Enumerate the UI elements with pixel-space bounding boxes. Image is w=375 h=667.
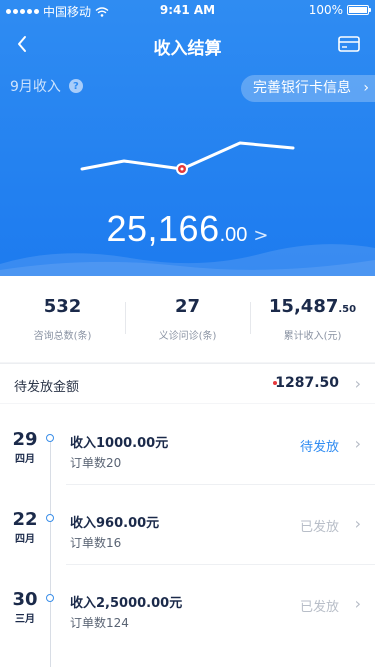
pending-label: 待发放金额 — [14, 380, 80, 395]
record-status: 待发放 — [299, 440, 339, 455]
timeline-node — [46, 514, 54, 522]
nav-bar: 收入结算 — [0, 24, 375, 64]
battery-icon — [347, 5, 371, 15]
trend-line — [80, 141, 295, 171]
record-income: 收入960.00元 — [70, 516, 160, 531]
complete-bank-info-button[interactable]: 完善银行卡信息 › — [241, 75, 375, 102]
record-orders: 订单数124 — [70, 616, 129, 630]
stat-value-int: 15,487 — [268, 296, 339, 317]
record-status: 已发放 — [299, 600, 339, 615]
bank-card-button[interactable] — [335, 32, 363, 56]
income-trend-chart — [80, 141, 295, 175]
settlement-list: 29 四月 收入1000.00元 订单数20 待发放 › 22 四月 收入960… — [0, 404, 375, 667]
list-item[interactable]: 22 四月 收入960.00元 订单数16 已发放 › — [0, 484, 375, 564]
record-status: 已发放 — [299, 520, 339, 535]
chevron-right-icon: › — [354, 434, 361, 453]
timeline-node — [46, 594, 54, 602]
stat-value: 532 — [0, 296, 125, 317]
list-item[interactable]: 30 三月 收入2,5000.00元 订单数124 已发放 › — [0, 564, 375, 644]
record-month: 四月 — [15, 534, 35, 545]
stat-label: 咨询总数(条) — [33, 331, 92, 342]
wave-decoration — [0, 244, 375, 276]
stat-value: 27 — [125, 296, 250, 317]
record-orders: 订单数20 — [70, 456, 122, 470]
page-title: 收入结算 — [153, 39, 222, 59]
record-day: 29 — [12, 429, 38, 450]
chevron-right-icon: › — [354, 514, 361, 533]
record-income: 收入2,5000.00元 — [70, 596, 183, 611]
stat-cumulative-income: 15,487.50 累计收入(元) — [250, 276, 375, 362]
record-month: 四月 — [15, 454, 35, 465]
record-date: 29 四月 — [10, 429, 40, 466]
record-day: 30 — [12, 589, 38, 610]
pending-value: 1287.50 — [275, 375, 339, 391]
chevron-right-icon: › — [363, 80, 369, 96]
stat-label: 累计收入(元) — [283, 331, 342, 342]
chevron-right-icon: › — [354, 594, 361, 613]
record-date: 22 四月 — [10, 509, 40, 546]
credit-card-icon — [338, 36, 360, 52]
stat-value-int: 27 — [174, 296, 201, 317]
record-date: 30 三月 — [10, 589, 40, 626]
stat-value-int: 532 — [43, 296, 82, 317]
record-orders: 订单数16 — [70, 536, 122, 550]
record-month: 三月 — [15, 614, 35, 625]
list-item[interactable]: 29 四月 收入1000.00元 订单数20 待发放 › — [0, 404, 375, 484]
pending-amount-row[interactable]: 待发放金额 1287.50 › — [0, 363, 375, 403]
stats-row: 532 咨询总数(条) 27 义诊问诊(条) 15,487.50 累计收入(元) — [0, 276, 375, 362]
stat-value-dec: .50 — [338, 304, 357, 315]
stat-label: 义诊问诊(条) — [158, 331, 217, 342]
stat-consult-total: 532 咨询总数(条) — [0, 276, 125, 362]
income-header: 中国移动 9:41 AM 100% 收入结算 9月收入 ? 完善银行卡信息 › … — [0, 0, 375, 276]
stat-value: 15,487.50 — [250, 296, 375, 317]
bank-button-label: 完善银行卡信息 — [253, 80, 351, 96]
record-day: 22 — [12, 509, 38, 530]
month-label-text: 9月收入 — [10, 79, 61, 95]
record-income: 收入1000.00元 — [70, 436, 169, 451]
stat-free-clinic: 27 义诊问诊(条) — [125, 276, 250, 362]
status-bar: 中国移动 9:41 AM 100% — [0, 0, 375, 20]
battery-percent: 100% — [308, 3, 343, 17]
timeline-node — [46, 434, 54, 442]
month-income-label: 9月收入 ? — [10, 76, 83, 96]
chevron-right-icon: › — [354, 374, 361, 393]
help-icon[interactable]: ? — [68, 79, 83, 93]
